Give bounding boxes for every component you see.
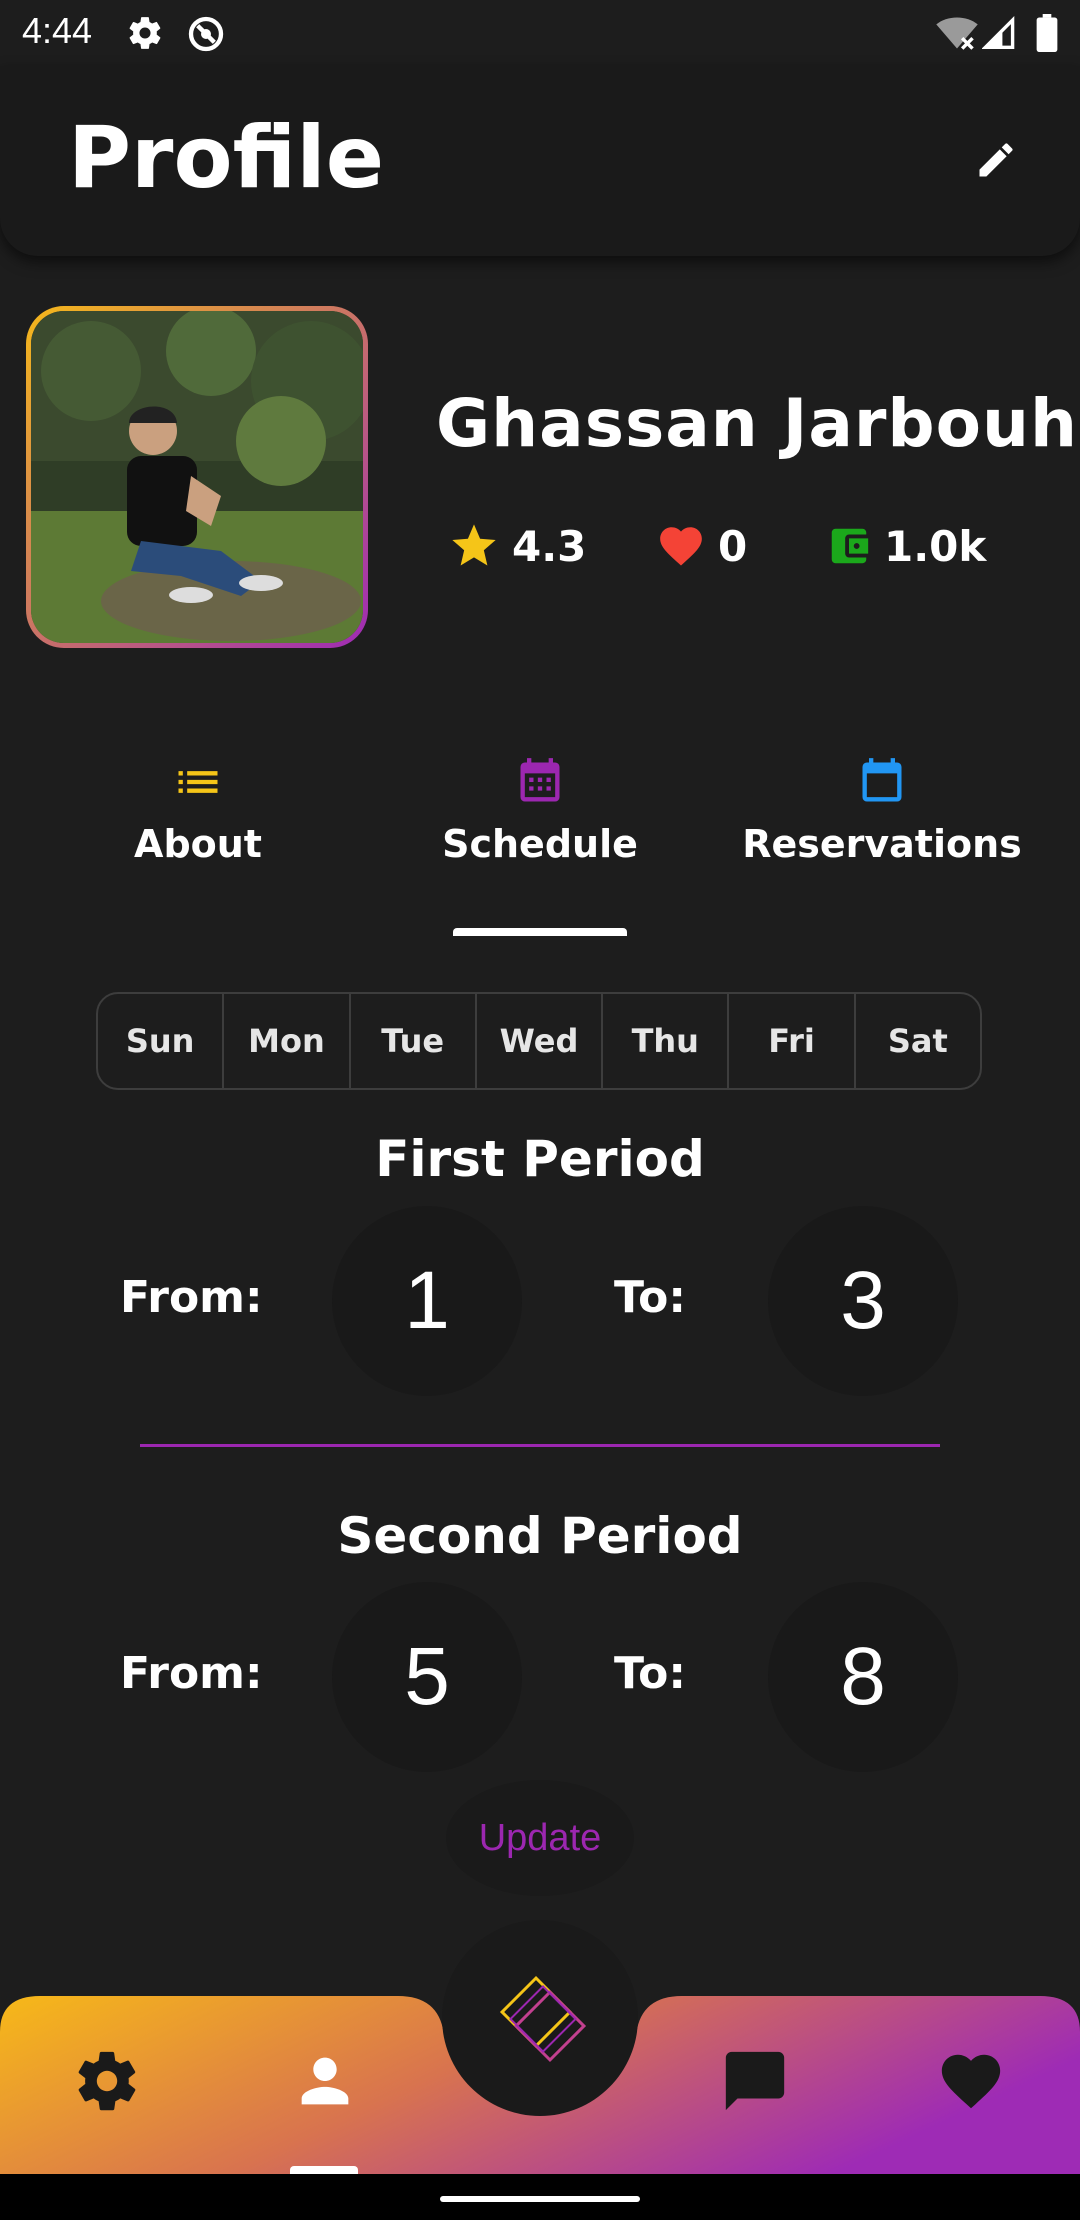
update-button[interactable]: Update [446, 1780, 634, 1896]
day-wed[interactable]: Wed [477, 994, 604, 1088]
tab-indicator [453, 928, 627, 936]
no-disturb-status-icon [188, 16, 224, 52]
tab-schedule-label: Schedule [442, 822, 638, 866]
wallet-icon [831, 528, 869, 564]
status-time: 4:44 [22, 10, 93, 51]
wifi-status-icon [936, 17, 978, 50]
day-tue[interactable]: Tue [351, 994, 477, 1088]
day-fri[interactable]: Fri [729, 994, 856, 1088]
home-fab[interactable] [442, 1920, 638, 2116]
period-divider [140, 1444, 940, 1447]
tab-about-label: About [134, 822, 262, 866]
second-to-label: To: [614, 1648, 686, 1699]
balance-stat: 1.0k [826, 520, 986, 572]
rating-value: 4.3 [512, 521, 587, 571]
gesture-handle[interactable] [440, 2196, 640, 2202]
avatar-photo [31, 311, 363, 643]
second-to-value[interactable]: 8 [768, 1582, 958, 1772]
tab-reservations[interactable]: Reservations [712, 756, 1052, 866]
list-icon [178, 771, 218, 793]
settings-status-icon [129, 17, 161, 49]
edit-icon[interactable] [974, 138, 1018, 182]
tab-reservations-label: Reservations [742, 822, 1022, 866]
second-from-label: From: [120, 1648, 263, 1699]
day-sun[interactable]: Sun [98, 994, 225, 1088]
first-to-label: To: [614, 1272, 686, 1323]
day-selector: Sun Mon Tue Wed Thu Fri Sat [96, 992, 982, 1090]
rating-stat: 4.3 [448, 520, 586, 572]
heart-nav-icon[interactable] [936, 2046, 1006, 2116]
day-mon[interactable]: Mon [224, 994, 351, 1088]
chat-icon[interactable] [720, 2046, 790, 2116]
nav-active-indicator [290, 2166, 358, 2174]
person-icon[interactable] [290, 2046, 360, 2116]
first-from-label: From: [120, 1272, 263, 1323]
likes-stat: 0 [656, 520, 747, 572]
tab-schedule[interactable]: Schedule [370, 756, 710, 866]
day-sat[interactable]: Sat [856, 994, 980, 1088]
calendar-icon [520, 758, 560, 802]
day-thu[interactable]: Thu [603, 994, 730, 1088]
first-to-value[interactable]: 3 [768, 1206, 958, 1396]
tab-about[interactable]: About [28, 756, 368, 866]
page-title: Profile [68, 108, 385, 208]
second-from-value[interactable]: 5 [332, 1582, 522, 1772]
likes-value: 0 [718, 521, 748, 571]
heart-icon [660, 527, 702, 566]
star-icon [452, 524, 496, 566]
logo-icon [499, 1975, 587, 2063]
battery-status-icon [1036, 14, 1058, 52]
first-from-value[interactable]: 1 [332, 1206, 522, 1396]
balance-value: 1.0k [884, 521, 987, 571]
status-bar: 4:44 [0, 0, 1080, 66]
calendar-outline-icon [862, 758, 902, 802]
second-period-title: Second Period [337, 1507, 743, 1565]
avatar[interactable] [26, 306, 368, 648]
signal-status-icon [982, 15, 1015, 49]
profile-name: Ghassan Jarbouh [436, 385, 1078, 462]
settings-icon[interactable] [72, 2046, 142, 2116]
first-period-title: First Period [375, 1130, 705, 1188]
app-bar: Profile [0, 66, 1080, 256]
